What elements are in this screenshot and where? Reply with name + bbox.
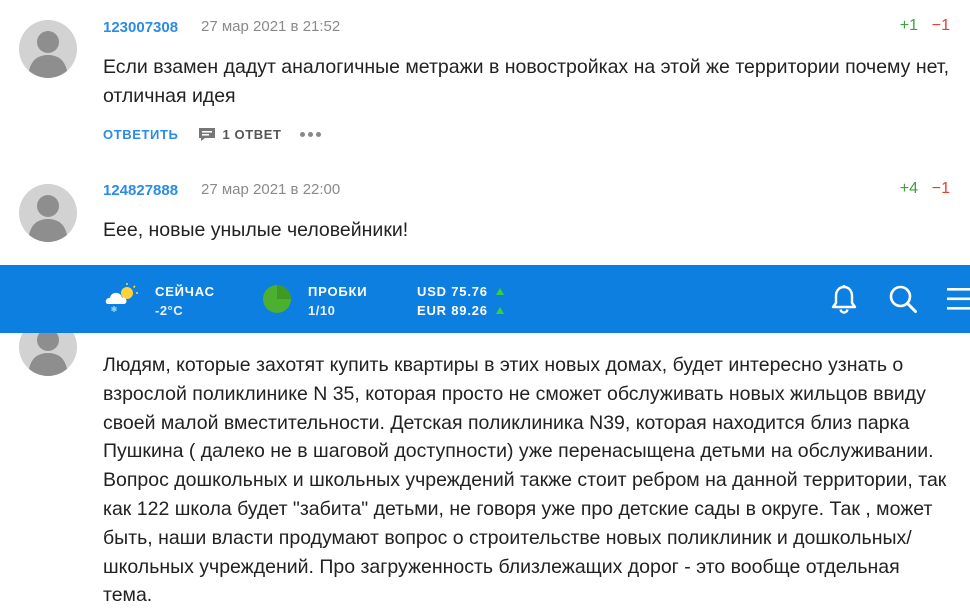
avatar[interactable] — [19, 20, 77, 78]
more-options-icon[interactable] — [299, 131, 321, 137]
bell-icon[interactable] — [830, 284, 858, 314]
reply-button[interactable]: ОТВЕТИТЬ — [103, 127, 178, 142]
arrow-up-icon — [495, 288, 504, 295]
menu-icon[interactable] — [946, 286, 970, 312]
vote-up-button[interactable]: +4 — [900, 180, 918, 198]
replies-count: 1 ОТВЕТ — [222, 126, 282, 142]
comment-text: Еее, новые унылые человейники! — [103, 219, 409, 241]
comment-actions: ОТВЕТИТЬ 1 ОТВЕТ — [103, 124, 321, 144]
weather-label: СЕЙЧАС — [155, 284, 215, 299]
comment-text: Людям, которые захотят купить квартиры в… — [103, 354, 947, 607]
replies-button[interactable]: 1 ОТВЕТ — [198, 127, 281, 142]
usd-rate: USD 75.76 — [417, 284, 504, 299]
eur-rate: EUR 89.26 — [417, 303, 504, 318]
currency-widget[interactable]: USD 75.76 EUR 89.26 — [417, 265, 527, 333]
usd-value: USD 75.76 — [417, 284, 488, 299]
comment-icon — [199, 127, 216, 141]
comment-text: Если взамен дадут аналогичные метражи в … — [103, 56, 949, 107]
search-icon[interactable] — [888, 284, 918, 314]
vote-down-button[interactable]: −1 — [932, 180, 950, 198]
traffic-value: 1/10 — [308, 303, 336, 318]
comment-author[interactable]: 123007308 — [103, 19, 178, 36]
traffic-widget[interactable]: ПРОБКИ 1/10 — [250, 265, 380, 333]
vote-down-button[interactable]: −1 — [932, 17, 950, 35]
weather-widget[interactable]: СЕЙЧАС -2°C — [0, 265, 220, 333]
vote-up-button[interactable]: +1 — [900, 17, 918, 35]
traffic-label: ПРОБКИ — [308, 284, 368, 299]
comment-date: 27 мар 2021 в 21:52 — [201, 18, 341, 35]
arrow-up-icon — [495, 307, 504, 314]
weather-value: -2°C — [155, 303, 184, 318]
info-bar: СЕЙЧАС -2°C ПРОБКИ 1/10 USD 75.76 EUR 89… — [0, 265, 970, 333]
eur-value: EUR 89.26 — [417, 303, 488, 318]
traffic-indicator-icon — [263, 285, 291, 313]
cloudy-snow-icon — [105, 283, 138, 312]
avatar[interactable] — [19, 184, 77, 242]
comment-date: 27 мар 2021 в 22:00 — [201, 181, 341, 198]
comment-author[interactable]: 124827888 — [103, 182, 178, 199]
